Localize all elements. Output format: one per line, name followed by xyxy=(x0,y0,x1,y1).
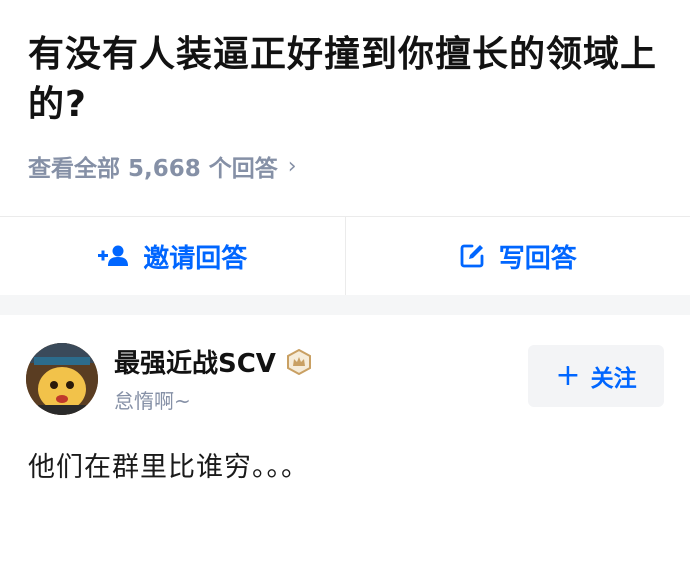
invite-answer-label: 邀请回答 xyxy=(143,243,248,274)
add-user-icon xyxy=(98,245,129,266)
answer-text[interactable]: 他们在群里比谁穷。。。 xyxy=(0,425,690,484)
follow-label: 关注 xyxy=(590,366,637,392)
author-name[interactable]: 最强近战SCV xyxy=(114,343,312,380)
plus-icon: + xyxy=(555,358,581,393)
write-answer-label: 写回答 xyxy=(498,243,577,274)
question-actions-bar: 邀请回答 写回答 xyxy=(0,217,690,295)
section-gap xyxy=(0,295,690,315)
answer-card: 最强近战SCV 怠惰啊~ + 关注 他们在群里比谁穷。。。 xyxy=(0,315,690,484)
view-all-answers-link[interactable]: 查看全部 5,668 个回答 › xyxy=(28,146,662,186)
follow-button[interactable]: + 关注 xyxy=(528,345,664,407)
question-header: 有没有人装逼正好撞到你擅长的领域上的? 查看全部 5,668 个回答 › xyxy=(0,0,690,186)
author-bio: 怠惰啊~ xyxy=(114,389,191,413)
write-answer-button[interactable]: 写回答 xyxy=(346,217,690,295)
chevron-right-icon: › xyxy=(287,153,297,179)
edit-icon xyxy=(460,244,484,268)
question-title[interactable]: 有没有人装逼正好撞到你擅长的领域上的? xyxy=(28,30,662,130)
avatar[interactable] xyxy=(26,343,98,415)
view-all-label: 查看全部 5,668 个回答 xyxy=(28,156,278,182)
author-name-text: 最强近战SCV xyxy=(114,349,276,379)
author-row: 最强近战SCV 怠惰啊~ + 关注 xyxy=(0,315,690,425)
crown-badge-icon xyxy=(286,348,311,375)
invite-answer-button[interactable]: 邀请回答 xyxy=(0,217,345,295)
